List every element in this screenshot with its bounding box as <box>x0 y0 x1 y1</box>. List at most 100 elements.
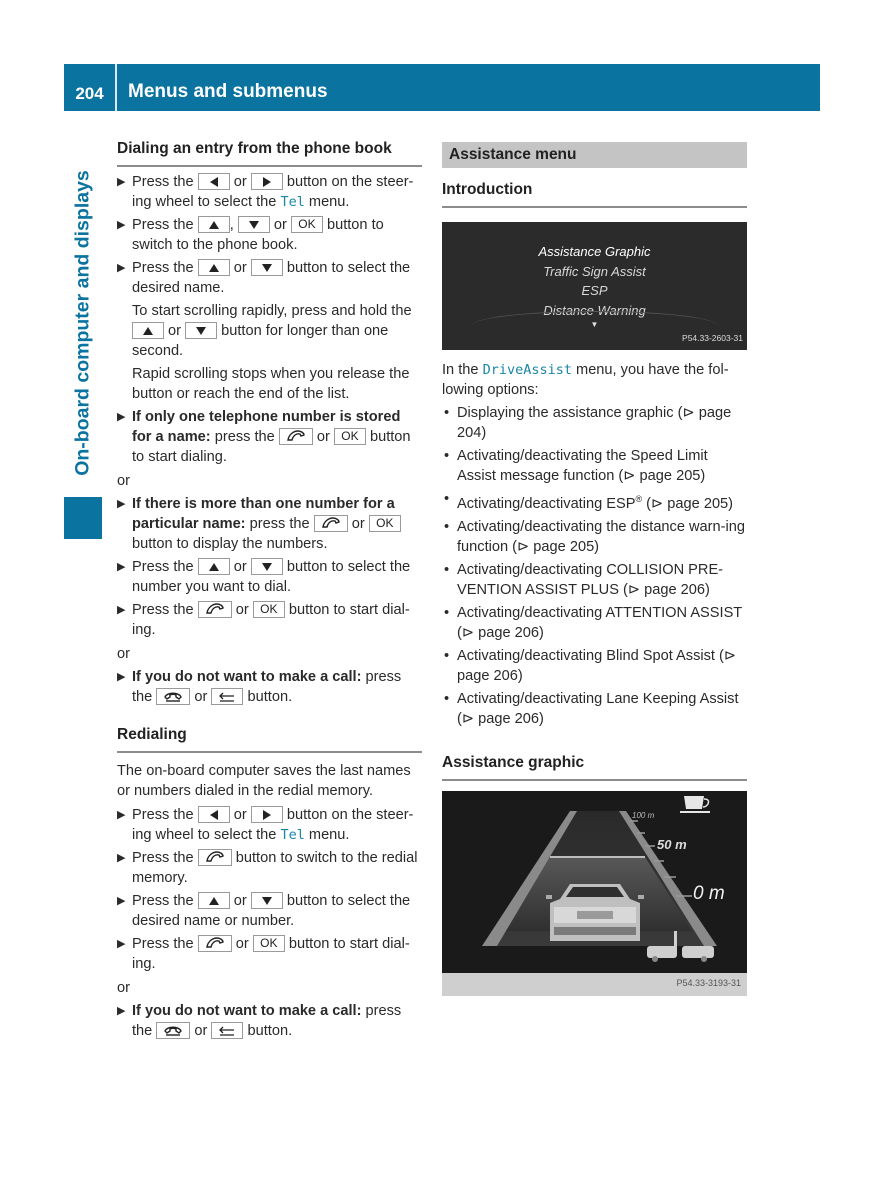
left-arrow-key <box>197 806 230 823</box>
left-column: Dialing an entry from the phone book ▶ Pr… <box>117 139 422 1041</box>
down-icon <box>261 563 272 571</box>
step-condition: If you do not want to make a call: <box>132 669 362 685</box>
down-icon <box>248 221 259 229</box>
up-arrow-key <box>197 216 230 233</box>
option-item: • Displaying the assistance graphic (⊳ pa… <box>444 405 732 441</box>
bullet-icon: • <box>444 647 450 664</box>
chapter-tab: On-board computer and displays <box>64 155 102 490</box>
down-icon <box>261 897 272 905</box>
chapter-tab-marker <box>64 497 102 539</box>
step-marker-icon: ▶ <box>117 895 126 907</box>
up-icon <box>143 327 153 335</box>
instruction-step: ▶ Press the or OK button to start dial-in… <box>117 601 410 638</box>
phone-key <box>197 849 232 866</box>
instruction-step: ▶ Press the or button to select the numbe… <box>117 558 411 595</box>
bullet-icon: • <box>444 518 450 535</box>
instruction-step: ▶ Press the or button to select the desir… <box>117 259 411 296</box>
up-icon <box>208 264 219 272</box>
instruction-step: ▶ Press the or button to select the desir… <box>117 892 411 929</box>
assistance-graphic-image: 100 m 50 m 0 m <box>482 795 725 962</box>
phone-icon <box>205 851 224 862</box>
down-arrow-key <box>237 216 270 233</box>
chapter-tab-label: On-board computer and displays <box>71 169 94 476</box>
menu-name: Tel <box>280 827 305 843</box>
phone-icon <box>286 430 305 441</box>
display-menu-item: ESP <box>581 283 608 298</box>
down-icon <box>261 264 272 272</box>
display-menu-item: Traffic Sign Assist <box>543 263 646 279</box>
down-arrow-key <box>185 322 218 339</box>
instruction-step: ▶ Press the or OK button to start dial-in… <box>117 935 410 972</box>
assistance-menu-screenshot: Assistance Graphic Traffic Sign Assist ESP… <box>442 222 747 350</box>
phone-key <box>197 935 232 952</box>
up-arrow-key <box>197 892 230 909</box>
back-key <box>211 1022 244 1039</box>
bullet-icon: • <box>444 561 450 578</box>
step-condition: If you do not want to make a call: <box>132 1003 362 1019</box>
step-marker-icon: ▶ <box>117 809 126 821</box>
instruction-step: ▶ Press the , or OK button to switch to t… <box>117 216 384 253</box>
scroll-down-icon: ▼ <box>590 320 599 329</box>
up-arrow-key <box>197 259 230 276</box>
step-marker-icon: ▶ <box>117 604 126 616</box>
down-icon <box>196 327 207 335</box>
phone-icon <box>205 603 224 614</box>
left-icon <box>209 810 218 820</box>
instruction-step: ▶ Press the or button on the steer-ing wh… <box>117 173 414 210</box>
header-divider <box>115 64 117 111</box>
distance-label-50m: 50 m <box>657 837 687 852</box>
step-condition: If there is more than one number for a p… <box>132 496 395 532</box>
step-note: Rapid scrolling stops when you release t… <box>132 366 410 402</box>
section-title-assistance-graphic: Assistance graphic <box>442 753 747 781</box>
up-icon <box>208 897 219 905</box>
up-icon <box>208 221 219 229</box>
section-title-redialing: Redialing <box>117 725 422 753</box>
step-marker-icon: ▶ <box>117 852 126 864</box>
down-arrow-key <box>250 892 283 909</box>
right-icon <box>262 810 271 820</box>
ok-key: OK <box>252 601 285 618</box>
bullet-icon: • <box>444 604 450 621</box>
left-arrow-key <box>197 173 230 190</box>
page-number: 204 <box>75 84 104 103</box>
distance-label-0m: 0 m <box>693 883 725 904</box>
menu-name-driveassist: DriveAssist <box>482 362 572 378</box>
up-arrow-key <box>132 322 164 339</box>
phone-key <box>197 601 232 618</box>
hang-up-key <box>156 688 191 705</box>
option-item: • Activating/deactivating Lane Keeping As… <box>444 690 739 727</box>
up-icon <box>208 563 219 571</box>
redialing-intro: The on-board computer saves the last nam… <box>117 763 411 799</box>
or-separator: or <box>117 980 130 996</box>
ok-key: OK <box>290 216 323 233</box>
right-arrow-key <box>250 806 283 823</box>
down-arrow-key <box>250 558 283 575</box>
instruction-step: ▶ Press the or button on the steer-ing wh… <box>117 806 414 843</box>
figure-code: P54.33-3193-31 <box>676 977 741 988</box>
ok-key: OK <box>252 935 285 952</box>
instruction-step: ▶ If you do not want to make a call: pres… <box>117 1003 402 1039</box>
step-marker-icon: ▶ <box>117 219 126 231</box>
assistance-menu-bar: Assistance menu <box>442 142 747 168</box>
section-title-phone-book: Dialing an entry from the phone book <box>117 139 422 167</box>
or-separator: or <box>117 646 130 662</box>
step-marker-icon: ▶ <box>117 176 126 188</box>
step-marker-icon: ▶ <box>117 938 126 950</box>
instruction-step: ▶ If only one telephone number is stored … <box>117 409 411 465</box>
menu-name: Tel <box>280 194 305 210</box>
down-arrow-key <box>250 259 283 276</box>
right-icon <box>262 177 271 187</box>
bullet-icon: • <box>444 491 450 507</box>
assistance-graphic-screenshot: 100 m 50 m 0 m P54.33-3193-31 <box>442 790 747 996</box>
up-arrow-key <box>197 558 230 575</box>
section-title-introduction: Introduction <box>442 180 747 208</box>
option-item: • Activating/deactivating the distance wa… <box>444 518 745 555</box>
back-key <box>211 688 244 705</box>
right-arrow-key <box>250 173 283 190</box>
phone-icon <box>321 517 340 528</box>
phone-key <box>313 515 348 532</box>
step-marker-icon: ▶ <box>117 411 126 423</box>
option-item: • Activating/deactivating Blind Spot Assi… <box>444 647 737 684</box>
step-marker-icon: ▶ <box>117 262 126 274</box>
coffee-cup-icon <box>680 795 710 813</box>
